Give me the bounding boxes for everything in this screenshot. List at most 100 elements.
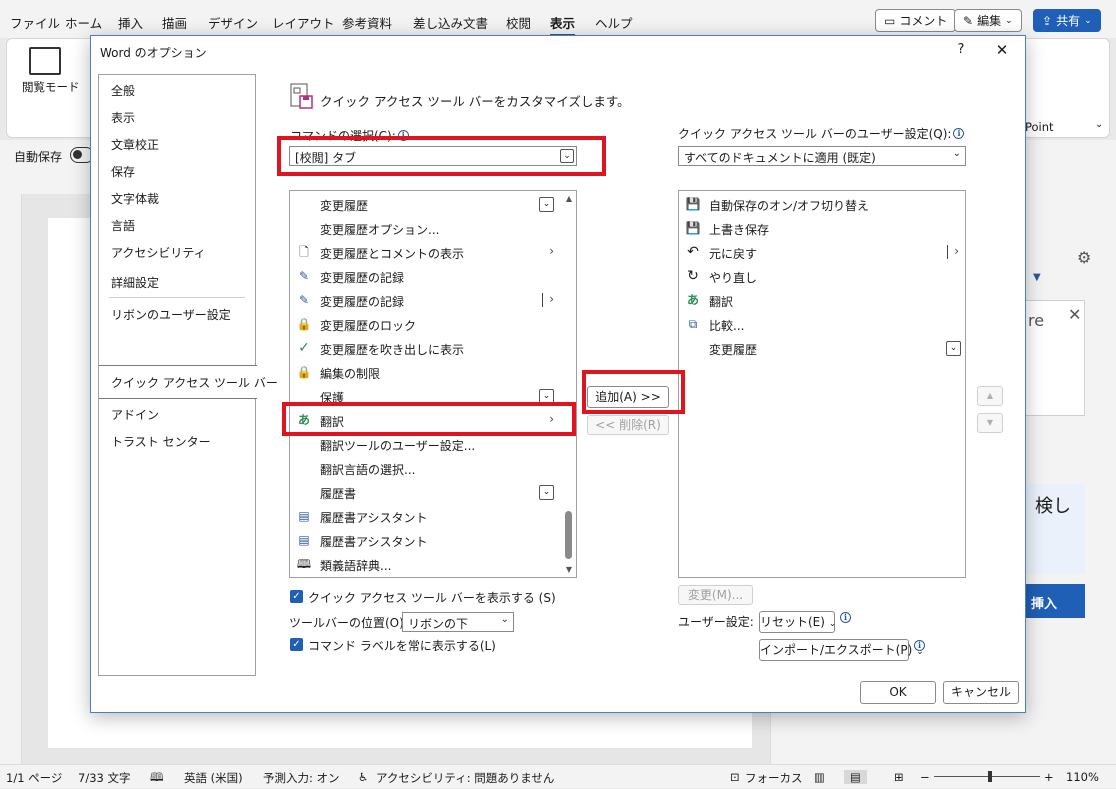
comment-button[interactable]: ▭ コメント <box>875 9 957 32</box>
edit-button-label: 編集 <box>977 14 1002 28</box>
move-down-button[interactable]: ▼ <box>977 413 1003 433</box>
list-item[interactable]: 変更履歴 ⌄ <box>290 193 576 215</box>
edit-button[interactable]: ✎ 編集 ⌄ <box>954 9 1022 32</box>
tab-references[interactable]: 参考資料 <box>342 13 392 32</box>
commands-list[interactable]: 変更履歴 ⌄ 変更履歴オプション... 🗋 変更履歴とコメントの表示 › ✎ 変更履… <box>289 190 577 578</box>
list-item[interactable]: 保護 ⌄ <box>290 385 576 407</box>
zoom-slider[interactable] <box>934 771 1040 782</box>
cancel-button[interactable]: キャンセル <box>943 681 1019 704</box>
move-up-button[interactable]: ▲ <box>977 386 1003 406</box>
help-button[interactable]: ? <box>951 40 971 60</box>
list-item[interactable]: ✎ 変更履歴の記録 <box>290 265 576 287</box>
list-item[interactable]: 🔒 変更履歴のロック <box>290 313 576 335</box>
list-item[interactable]: ↻ やり直し <box>679 265 965 287</box>
status-focus[interactable]: フォーカス <box>745 770 803 786</box>
list-item[interactable]: 履歴書 ⌄ <box>290 481 576 503</box>
show-qat-checkbox[interactable]: ✓ <box>290 590 303 603</box>
status-prediction[interactable]: 予測入力: オン <box>263 770 340 786</box>
commands-scrollbar[interactable]: ▲ ▼ <box>562 191 576 577</box>
close-button[interactable]: ✕ <box>991 40 1013 62</box>
ok-button[interactable]: OK <box>860 681 936 704</box>
focus-icon[interactable]: ⊡ <box>730 770 740 784</box>
list-item[interactable]: 変更履歴オプション... <box>290 217 576 239</box>
qat-customize-label: クイック アクセス ツール バーのユーザー設定(Q): i <box>678 125 965 142</box>
status-words[interactable]: 7/33 文字 <box>78 770 130 786</box>
modify-button[interactable]: 変更(M)... <box>678 585 753 605</box>
list-item[interactable]: 💾 上書き保存 <box>679 217 965 239</box>
nav-addins[interactable]: アドイン <box>111 406 159 423</box>
scroll-thumb[interactable] <box>565 511 572 559</box>
nav-accessibility[interactable]: アクセシビリティ <box>111 244 206 261</box>
always-show-labels-checkbox[interactable]: ✓ <box>290 638 303 651</box>
tab-view[interactable]: 表示 <box>550 13 576 37</box>
status-page[interactable]: 1/1 ページ <box>6 770 62 786</box>
read-mode-icon[interactable]: ▥ <box>814 770 825 784</box>
list-item[interactable]: ✓ 変更履歴を吹き出しに表示 <box>290 337 576 359</box>
info-icon: i <box>840 612 851 623</box>
toolbar-position-select[interactable]: リボンの下 ⌄ <box>402 612 514 632</box>
scroll-down-icon[interactable]: ▼ <box>564 565 574 574</box>
always-show-labels-label: コマンド ラベルを常に表示する(L) <box>308 639 496 653</box>
reset-button[interactable]: リセット(E) ⌄ <box>759 611 836 633</box>
tab-design[interactable]: デザイン <box>208 13 258 32</box>
tab-home[interactable]: ホーム <box>65 13 102 32</box>
tab-draw[interactable]: 描画 <box>162 13 187 32</box>
list-item[interactable]: 🕮 類義語辞典... <box>290 553 576 575</box>
list-item[interactable]: 翻訳ツールのユーザー設定... <box>290 433 576 455</box>
chevron-right-icon: › <box>549 412 554 426</box>
list-item[interactable]: あ 翻訳 <box>679 289 965 311</box>
list-item[interactable]: 🗋 変更履歴とコメントの表示 › <box>290 241 576 263</box>
book-icon[interactable]: 🕮 <box>150 770 164 789</box>
tab-insert[interactable]: 挿入 <box>118 13 143 32</box>
list-item[interactable]: ▤ 履歴書アシスタント <box>290 505 576 527</box>
status-language[interactable]: 英語 (米国) <box>184 770 243 786</box>
tab-file[interactable]: ファイル <box>10 13 60 32</box>
tab-review[interactable]: 校閲 <box>506 13 531 32</box>
ribbon-collapse-icon[interactable]: ⌄ <box>1095 119 1103 130</box>
list-item[interactable]: ✎ 変更履歴の記録 › <box>290 289 576 311</box>
accessibility-icon[interactable]: ♿ <box>358 770 368 784</box>
web-layout-icon[interactable]: ⊞ <box>894 770 904 784</box>
nav-quick-access-toolbar[interactable]: クイック アクセス ツール バー <box>111 374 278 391</box>
list-item[interactable]: ⧉ 比較... <box>679 313 965 335</box>
qat-customize-select[interactable]: すべてのドキュメントに適用 (既定) ⌄ <box>678 146 966 166</box>
tab-layout[interactable]: レイアウト <box>272 13 335 32</box>
zoom-level[interactable]: 110% <box>1066 770 1099 784</box>
nav-general[interactable]: 全般 <box>111 82 135 99</box>
tab-help[interactable]: ヘルプ <box>595 13 633 32</box>
remove-button[interactable]: << 削除(R) <box>587 415 669 435</box>
nav-typography[interactable]: 文字体裁 <box>111 190 159 207</box>
list-item[interactable]: 🔒 編集の制限 <box>290 361 576 383</box>
zoom-out-icon[interactable]: − <box>920 770 930 784</box>
command-select[interactable]: [校閲] タブ ⌄ <box>289 146 577 166</box>
qat-commands-list[interactable]: 💾 自動保存のオン/オフ切り替え 💾 上書き保存 ↶ 元に戻す › ↻ やり直し … <box>678 190 966 578</box>
share-button[interactable]: ⇪ 共有 ⌄ <box>1033 9 1101 32</box>
scroll-up-icon[interactable]: ▲ <box>564 194 574 203</box>
caret-down-icon[interactable]: ▼ <box>1033 272 1041 283</box>
nav-save[interactable]: 保存 <box>111 163 135 180</box>
add-button[interactable]: 追加(A) >> <box>587 386 669 408</box>
nav-trust-center[interactable]: トラスト センター <box>111 433 211 450</box>
reading-mode-button[interactable]: 閲覧モード <box>22 79 80 95</box>
print-layout-icon[interactable]: ▤ <box>844 770 867 784</box>
import-export-button[interactable]: インポート/エクスポート(P) ⌄ <box>759 639 924 661</box>
nav-advanced[interactable]: 詳細設定 <box>111 274 159 291</box>
zoom-in-icon[interactable]: + <box>1044 770 1054 784</box>
nav-display[interactable]: 表示 <box>111 109 135 126</box>
list-item[interactable]: 変更履歴 ⌄ <box>679 337 965 359</box>
tab-mailings[interactable]: 差し込み文書 <box>413 13 488 32</box>
list-item[interactable]: ↶ 元に戻す › <box>679 241 965 263</box>
nav-proofing[interactable]: 文章校正 <box>111 136 159 153</box>
list-item[interactable]: 翻訳言語の選択... <box>290 457 576 479</box>
list-item[interactable]: ▤ 履歴書アシスタント <box>290 529 576 551</box>
nav-customize-ribbon[interactable]: リボンのユーザー設定 <box>111 306 231 323</box>
gear-icon[interactable]: ⚙ <box>1077 248 1091 267</box>
list-item-translate-selected[interactable]: あ 翻訳 › <box>290 409 576 431</box>
list-item[interactable]: 💾 自動保存のオン/オフ切り替え <box>679 193 965 215</box>
status-accessibility[interactable]: アクセシビリティ: 問題ありません <box>376 770 554 786</box>
thesaurus-icon: 🕮 <box>296 557 312 571</box>
nav-language[interactable]: 言語 <box>111 217 135 234</box>
resume-assistant-icon: ▤ <box>298 509 310 523</box>
pane-card-text: re <box>1028 311 1045 330</box>
close-icon[interactable]: ✕ <box>1068 305 1081 324</box>
